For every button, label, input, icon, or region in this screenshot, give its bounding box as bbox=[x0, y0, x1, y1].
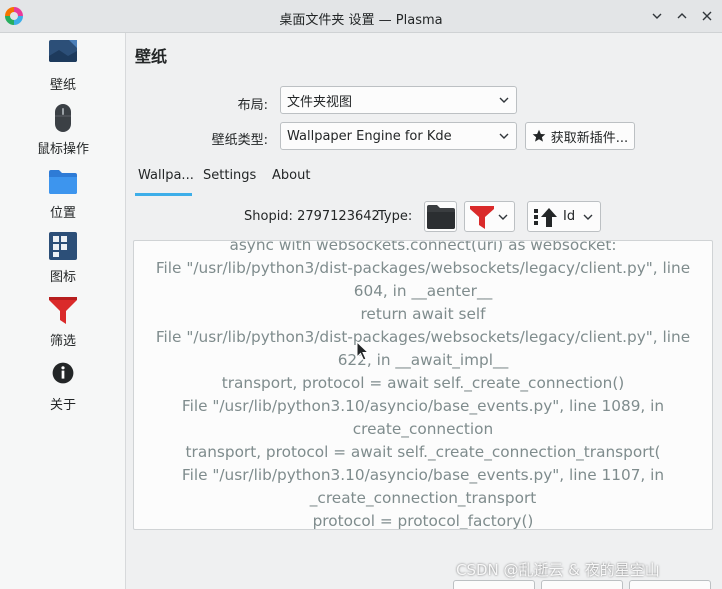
chevron-down-icon bbox=[499, 97, 509, 103]
sort-dropdown[interactable]: Id bbox=[527, 201, 601, 232]
sidebar-item-icons[interactable]: 图标 bbox=[0, 225, 126, 289]
shopid-label: Shopid: 2797123642 bbox=[244, 209, 380, 224]
grid-icon bbox=[49, 232, 77, 260]
filter-type-dropdown[interactable] bbox=[464, 201, 515, 232]
chevron-down-icon bbox=[498, 214, 508, 220]
sidebar: 壁纸 鼠标操作 位置 图标 筛选 关于 bbox=[0, 33, 126, 589]
tab-settings[interactable]: Settings bbox=[203, 168, 256, 183]
log-line: File "/usr/lib/python3.10/asyncio/base_e… bbox=[181, 397, 665, 415]
log-line: File "/usr/lib/python3.10/asyncio/base_e… bbox=[181, 466, 665, 484]
wallpaper-type-value: Wallpaper Engine for Kde bbox=[287, 128, 452, 144]
log-line: transport, protocol = await self._create… bbox=[185, 443, 661, 461]
tab-about[interactable]: About bbox=[272, 168, 310, 183]
log-line: 622, in __await_impl__ bbox=[337, 351, 509, 369]
log-line: create_connection bbox=[352, 420, 494, 438]
sidebar-item-label: 图标 bbox=[49, 270, 76, 285]
cancel-button[interactable]: 取消 bbox=[629, 580, 711, 589]
chevron-down-icon bbox=[499, 133, 509, 139]
info-icon bbox=[52, 362, 74, 384]
page-title: 壁纸 bbox=[135, 47, 168, 66]
funnel-icon bbox=[49, 297, 77, 324]
close-button[interactable] bbox=[698, 7, 716, 25]
log-line: 604, in __aenter__ bbox=[353, 282, 493, 300]
log-line: _create_connection_transport bbox=[309, 489, 537, 507]
funnel-icon bbox=[470, 205, 494, 229]
mouse-pointer-icon bbox=[356, 341, 370, 361]
folder-icon bbox=[49, 170, 77, 194]
folder-button[interactable] bbox=[424, 201, 457, 232]
close-icon bbox=[702, 11, 712, 21]
tab-wallpaper[interactable]: Wallpa... bbox=[138, 168, 194, 183]
watermark-text: CSDN @乱逝云 & 夜的星空山 bbox=[456, 561, 660, 579]
layout-select-value: 文件夹视图 bbox=[287, 94, 353, 110]
folder-icon bbox=[426, 204, 455, 229]
sort-ascending-icon bbox=[534, 207, 557, 227]
active-tab-indicator bbox=[135, 193, 192, 196]
wallpaper-type-select[interactable]: Wallpaper Engine for Kde bbox=[280, 122, 517, 150]
settings-window: 桌面文件夹 设置 — Plasma 壁纸 鼠标操作 位置 图标 筛选 关于 壁纸… bbox=[0, 0, 722, 589]
log-line: return await self bbox=[360, 305, 486, 323]
sidebar-item-about[interactable]: 关于 bbox=[0, 353, 126, 417]
error-log-text: async with websockets.connect(uri) as we… bbox=[134, 240, 712, 530]
wallpaper-type-label: 壁纸类型: bbox=[211, 133, 268, 148]
type-label: Type: bbox=[378, 209, 413, 224]
sidebar-item-label: 关于 bbox=[49, 398, 76, 413]
sidebar-item-location[interactable]: 位置 bbox=[0, 161, 126, 225]
layout-select[interactable]: 文件夹视图 bbox=[280, 86, 517, 114]
mouse-icon bbox=[55, 104, 71, 132]
sidebar-item-filter[interactable]: 筛选 bbox=[0, 289, 126, 353]
get-new-plugins-label: 获取新插件... bbox=[550, 130, 629, 146]
error-log-view[interactable]: async with websockets.connect(uri) as we… bbox=[133, 240, 713, 530]
chevron-down-icon bbox=[652, 13, 662, 19]
window-title: 桌面文件夹 设置 — Plasma bbox=[279, 13, 443, 28]
chevron-up-icon bbox=[677, 13, 687, 19]
chevron-down-icon bbox=[583, 214, 593, 220]
log-line: File "/usr/lib/python3/dist-packages/web… bbox=[155, 328, 691, 346]
layout-label: 布局: bbox=[237, 98, 268, 113]
sidebar-item-label: 筛选 bbox=[49, 334, 76, 349]
sidebar-item-label: 壁纸 bbox=[49, 78, 76, 93]
minimize-button[interactable] bbox=[648, 7, 666, 25]
sidebar-item-label: 位置 bbox=[49, 206, 76, 221]
log-line: File "/usr/lib/python3/dist-packages/web… bbox=[155, 259, 691, 277]
main-panel: 壁纸 布局: 文件夹视图 壁纸类型: Wallpaper Engine for … bbox=[126, 33, 722, 589]
wallpaper-icon bbox=[49, 40, 77, 62]
log-line: protocol = protocol_factory() bbox=[312, 512, 534, 530]
sidebar-item-label: 鼠标操作 bbox=[36, 142, 89, 157]
apply-button[interactable]: 应用 bbox=[541, 580, 623, 589]
title-bar[interactable]: 桌面文件夹 设置 — Plasma bbox=[0, 0, 722, 33]
sidebar-item-wallpaper[interactable]: 壁纸 bbox=[0, 33, 126, 97]
sort-label: Id bbox=[563, 209, 576, 224]
maximize-button[interactable] bbox=[673, 7, 691, 25]
star-icon bbox=[532, 129, 546, 142]
log-line: async with websockets.connect(uri) as we… bbox=[229, 240, 617, 254]
get-new-plugins-button[interactable]: 获取新插件... bbox=[525, 122, 635, 150]
log-line: transport, protocol = await self._create… bbox=[221, 374, 625, 392]
sidebar-item-mouse-actions[interactable]: 鼠标操作 bbox=[0, 97, 126, 161]
ok-button[interactable]: 确定 bbox=[453, 580, 535, 589]
